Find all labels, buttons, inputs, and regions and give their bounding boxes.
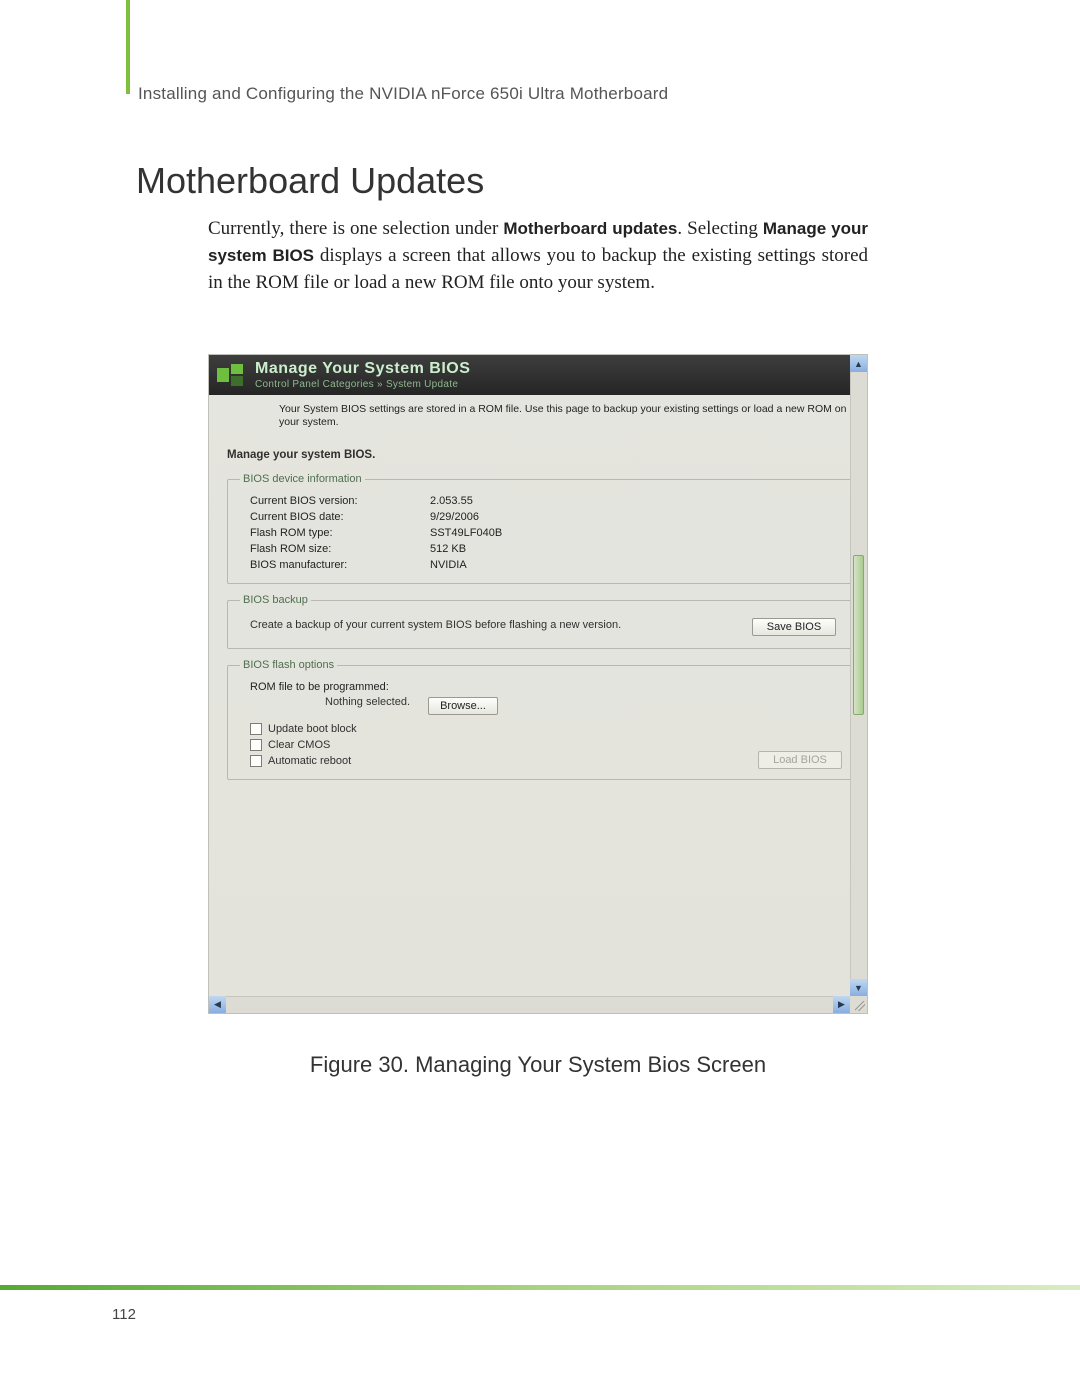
bios-flash-legend: BIOS flash options	[240, 659, 337, 671]
bios-backup-legend: BIOS backup	[240, 594, 311, 606]
figure-caption: Figure 30. Managing Your System Bios Scr…	[208, 1052, 868, 1078]
checkbox-icon	[250, 755, 262, 767]
panel-section-label: Manage your system BIOS.	[209, 445, 867, 469]
bios-flash-group: BIOS flash options ROM file to be progra…	[227, 659, 855, 780]
checkbox-icon	[250, 723, 262, 735]
info-row: Current BIOS date: 9/29/2006	[240, 509, 842, 525]
body-text-1: Currently, there is one selection under	[208, 218, 503, 239]
info-value: SST49LF040B	[430, 527, 502, 539]
vertical-scrollbar-thumb[interactable]	[853, 555, 864, 715]
bios-device-info-legend: BIOS device information	[240, 473, 365, 485]
bios-backup-text: Create a backup of your current system B…	[250, 618, 621, 632]
panel-intro-text: Your System BIOS settings are stored in …	[209, 395, 867, 445]
info-label: Current BIOS date:	[250, 511, 430, 523]
panel-title: Manage Your System BIOS	[255, 361, 470, 377]
info-row: Current BIOS version: 2.053.55	[240, 493, 842, 509]
section-heading: Motherboard Updates	[136, 160, 484, 202]
info-value: 512 KB	[430, 543, 466, 555]
info-label: Flash ROM type:	[250, 527, 430, 539]
rom-file-label-row: ROM file to be programmed:	[240, 679, 842, 695]
info-row: BIOS manufacturer: NVIDIA	[240, 557, 842, 573]
scroll-left-button[interactable]: ◀	[209, 996, 226, 1013]
scroll-right-button[interactable]: ▶	[833, 996, 850, 1013]
checkbox-label: Update boot block	[268, 723, 357, 735]
load-bios-button[interactable]: Load BIOS	[758, 751, 842, 769]
save-bios-button[interactable]: Save BIOS	[752, 618, 836, 636]
rom-file-label: ROM file to be programmed:	[250, 681, 430, 693]
bios-backup-group: BIOS backup Create a backup of your curr…	[227, 594, 855, 649]
bios-device-info-group: BIOS device information Current BIOS ver…	[227, 473, 855, 584]
horizontal-scrollbar[interactable]	[209, 996, 867, 1013]
left-margin-rule	[126, 0, 130, 94]
info-label: Current BIOS version:	[250, 495, 430, 507]
scroll-down-button[interactable]: ▼	[850, 979, 867, 996]
info-label: BIOS manufacturer:	[250, 559, 430, 571]
panel-breadcrumb: Control Panel Categories » System Update	[255, 379, 470, 390]
bios-panel-screenshot: Manage Your System BIOS Control Panel Ca…	[208, 354, 868, 1014]
page-header-path: Installing and Configuring the NVIDIA nF…	[138, 84, 668, 104]
resize-grip-icon[interactable]	[850, 996, 867, 1013]
rom-file-value: Nothing selected.	[250, 696, 410, 708]
scroll-up-button[interactable]: ▲	[850, 355, 867, 372]
info-value: NVIDIA	[430, 559, 467, 571]
body-text-1b: . Selecting	[677, 218, 763, 239]
clear-cmos-checkbox[interactable]: Clear CMOS	[240, 737, 357, 753]
info-label: Flash ROM size:	[250, 543, 430, 555]
update-boot-block-checkbox[interactable]: Update boot block	[240, 721, 357, 737]
checkbox-icon	[250, 739, 262, 751]
info-value: 9/29/2006	[430, 511, 479, 523]
info-row: Flash ROM size: 512 KB	[240, 541, 842, 557]
automatic-reboot-checkbox[interactable]: Automatic reboot	[240, 753, 357, 769]
browse-button[interactable]: Browse...	[428, 697, 498, 715]
info-row: Flash ROM type: SST49LF040B	[240, 525, 842, 541]
page-number: 112	[112, 1306, 136, 1323]
checkbox-label: Clear CMOS	[268, 739, 330, 751]
body-bold-1: Motherboard updates	[503, 219, 677, 238]
vertical-scrollbar[interactable]	[850, 355, 867, 996]
info-value: 2.053.55	[430, 495, 473, 507]
checkbox-label: Automatic reboot	[268, 755, 351, 767]
footer-divider	[0, 1285, 1080, 1290]
section-body: Currently, there is one selection under …	[208, 216, 868, 297]
panel-header: Manage Your System BIOS Control Panel Ca…	[209, 355, 867, 395]
nvidia-logo-icon	[217, 362, 245, 388]
